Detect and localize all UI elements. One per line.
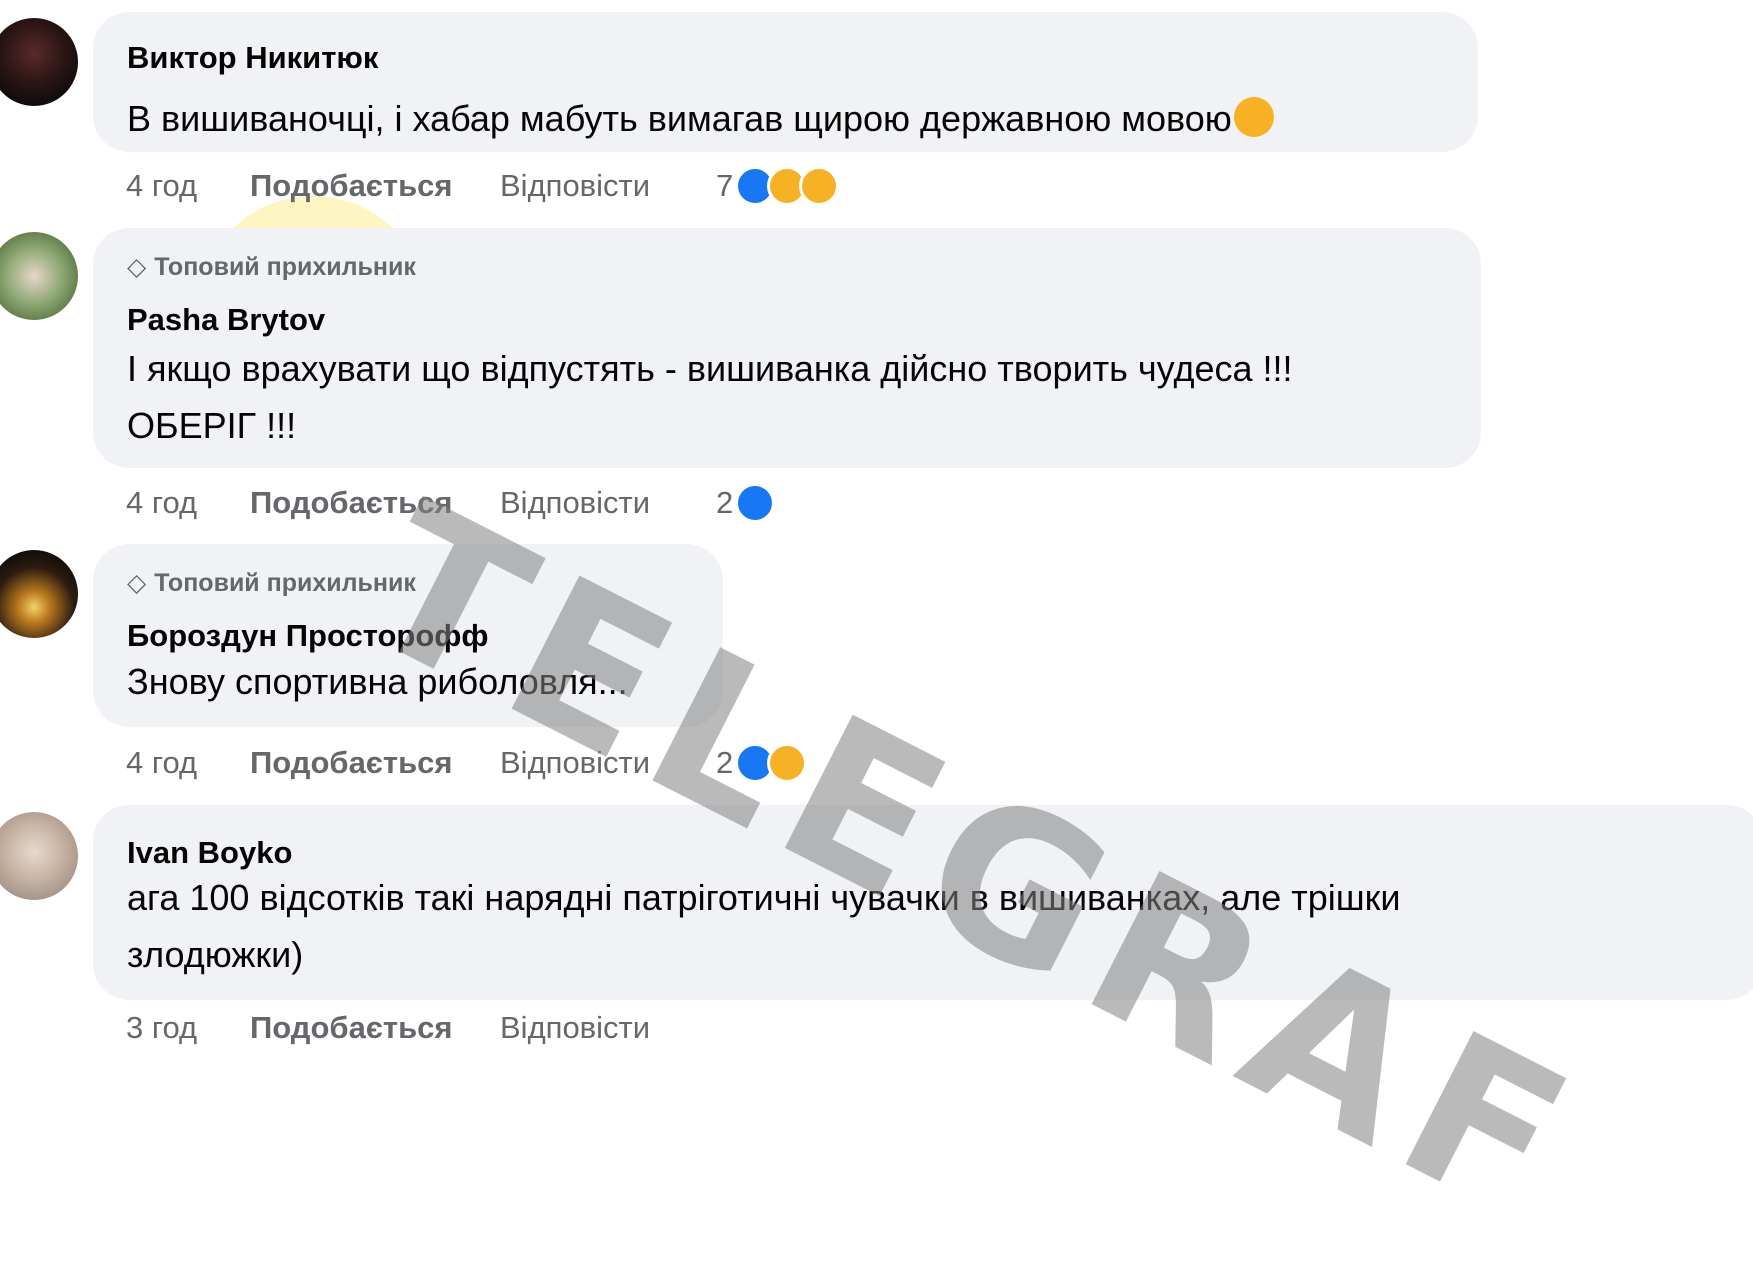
comment-actions: 4 год Подобається Відповісти 7 [126,166,840,206]
comment-author[interactable]: Pasha Brytov [127,302,325,338]
reaction-count[interactable]: 7 [716,168,733,204]
comment-author[interactable]: Ivan Boyko [127,835,292,871]
comment-text-line: злодюжки) [127,934,304,975]
badge-label: Топовий прихильник [154,252,416,281]
comment-time[interactable]: 3 год [126,1010,250,1046]
reaction-count[interactable]: 2 [716,485,733,521]
comment-time[interactable]: 4 год [126,485,250,521]
like-button[interactable]: Подобається [250,1010,500,1046]
top-fan-badge[interactable]: ◇ Топовий прихильник [127,568,416,598]
comment-bubble: ◇ Топовий прихильник Pasha Brytov І якщо … [93,228,1481,468]
comment-actions: 4 год Подобається Відповісти 2 [126,743,808,783]
like-button[interactable]: Подобається [250,745,500,781]
comment-actions: 3 год Подобається Відповісти [126,1008,716,1048]
sad-icon [767,743,808,783]
comment-text-line: ага 100 відсотків такі нарядні патріготи… [127,877,1401,918]
reply-button[interactable]: Відповісти [500,1010,716,1046]
comment-text-line: І якщо врахувати що відпустять - вишиван… [127,348,1293,389]
like-button[interactable]: Подобається [250,485,500,521]
comment-text-line: В вишиваночці, і хабар мабуть вимагав щи… [127,98,1232,139]
reply-button[interactable]: Відповісти [500,485,716,521]
comment-time[interactable]: 4 год [126,745,250,781]
like-button[interactable]: Подобається [250,168,500,204]
comment-author[interactable]: Бороздун Просторофф [127,618,489,654]
comment-actions: 4 год Подобається Відповісти 2 [126,483,776,523]
top-fan-badge[interactable]: ◇ Топовий прихильник [127,252,416,282]
grinning-emoji-icon [1233,97,1274,137]
avatar[interactable] [0,18,78,106]
badge-label: Топовий прихильник [154,568,416,597]
reaction-count[interactable]: 2 [716,745,733,781]
avatar[interactable] [0,812,78,900]
comment-author[interactable]: Виктор Никитюк [127,40,378,76]
comment-text-line: ОБЕРІГ !!! [127,405,297,446]
diamond-icon: ◇ [127,253,147,281]
comment-text-line: Знову спортивна риболовля... [127,661,628,702]
comment-bubble: Ivan Boyko ага 100 відсотків такі нарядн… [93,805,1753,1000]
avatar[interactable] [0,550,78,638]
comment-bubble: Виктор Никитюк В вишиваночці, і хабар ма… [93,12,1478,152]
comment-time[interactable]: 4 год [126,168,250,204]
reply-button[interactable]: Відповісти [500,168,716,204]
like-icon [735,483,776,523]
comment-text: В вишиваночці, і хабар мабуть вимагав щи… [127,90,1274,147]
sad-icon [799,166,840,206]
avatar[interactable] [0,232,78,320]
comment-bubble: ◇ Топовий прихильник Бороздун Просторофф … [93,544,723,727]
diamond-icon: ◇ [127,569,147,597]
reply-button[interactable]: Відповісти [500,745,716,781]
